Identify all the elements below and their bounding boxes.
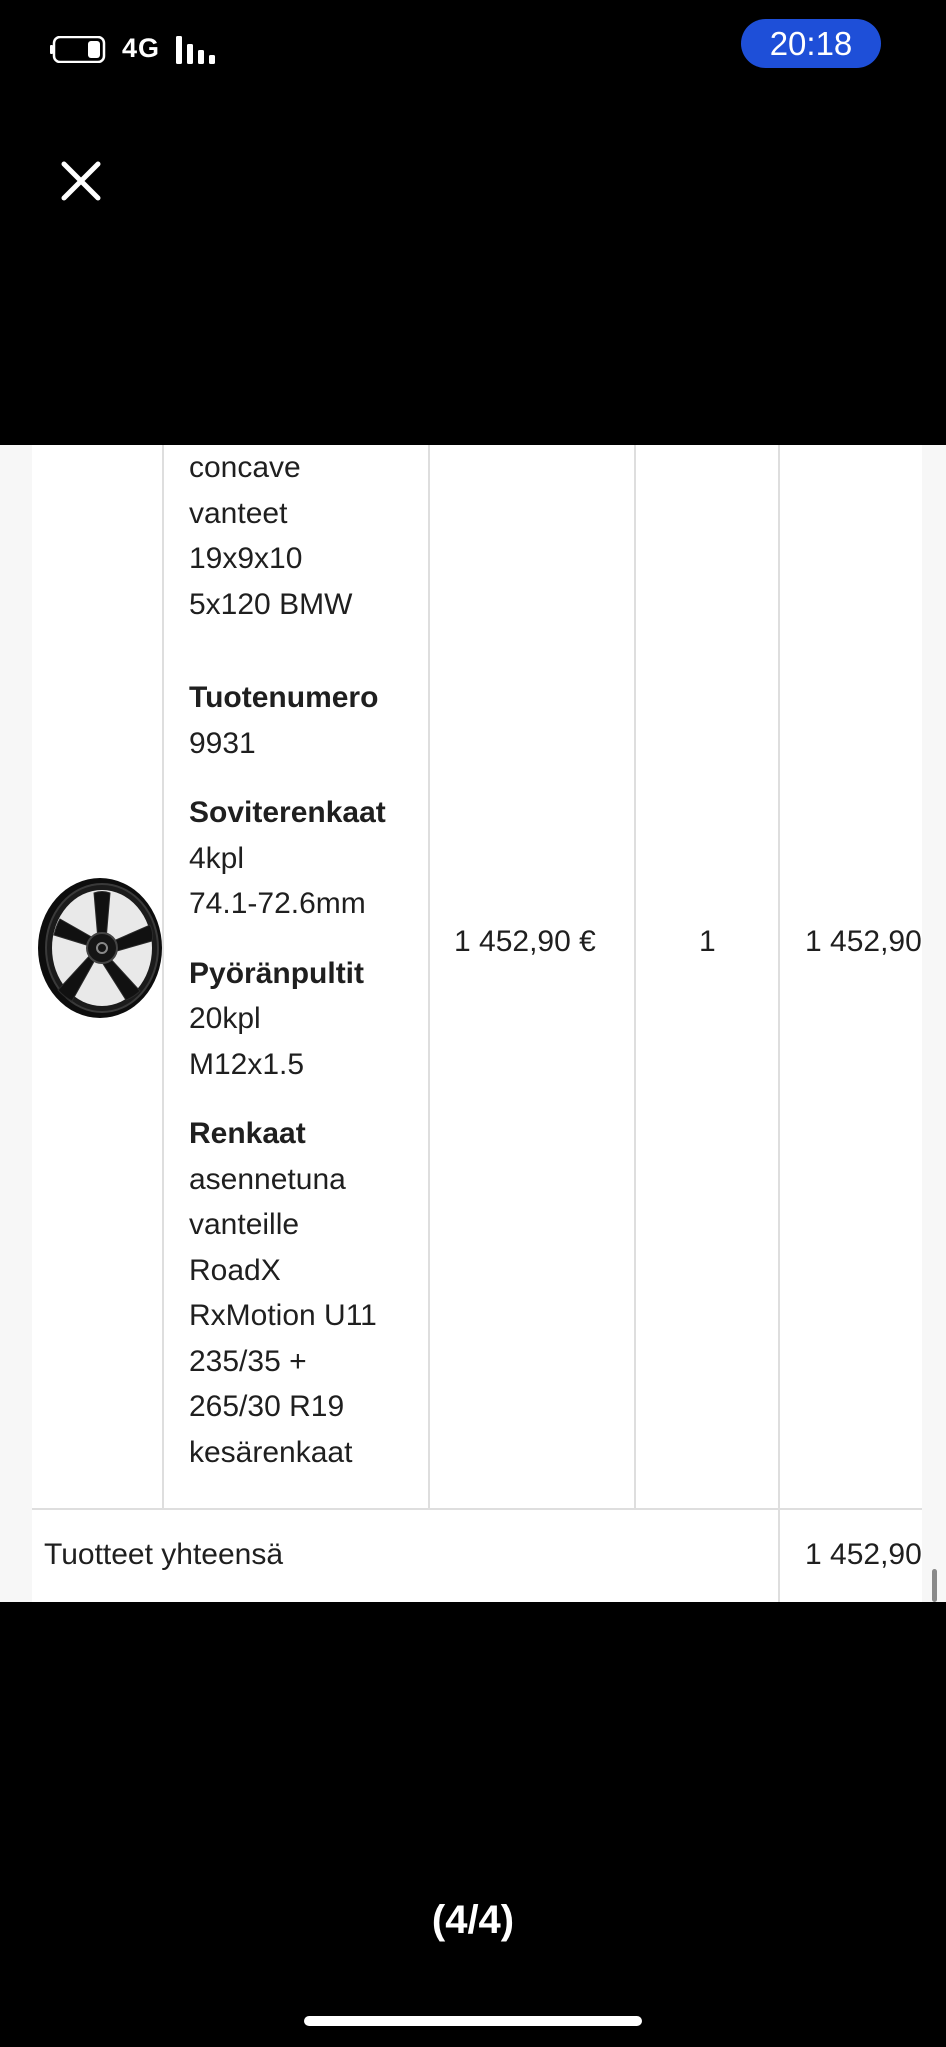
row-divider — [32, 1508, 922, 1510]
home-indicator[interactable] — [304, 2016, 642, 2026]
hub-rings-line: 74.1-72.6mm — [189, 887, 366, 920]
close-icon[interactable] — [58, 158, 104, 204]
product-number-label: Tuotenumero — [189, 681, 379, 714]
quantity: 1 — [699, 925, 716, 958]
tires-line: vanteille — [189, 1208, 300, 1241]
tires-line: kesärenkaat — [189, 1435, 353, 1469]
signal-bars-icon — [176, 36, 215, 64]
product-number-value: 9931 — [189, 726, 256, 760]
tires-line: 265/30 R19 — [189, 1390, 345, 1423]
tires-line: asennetuna — [189, 1162, 346, 1196]
wheel-bolts-line: 20kpl — [189, 1002, 261, 1035]
product-name-line: vanteet — [189, 496, 288, 530]
tires-line: Renkaat — [189, 1117, 306, 1150]
product-name-line: 19x9x10 — [189, 542, 303, 575]
hub-rings-label: Soviterenkaat — [189, 796, 386, 829]
product-description: concave vanteet 19x9x10 5x120 BMW Tuoten… — [189, 445, 429, 1475]
tires-line: 235/35 + — [189, 1344, 307, 1378]
page-counter: (4/4) — [431, 1898, 515, 1942]
order-screenshot: concave vanteet 19x9x10 5x120 BMW Tuoten… — [0, 445, 946, 1602]
column-divider — [634, 445, 636, 1508]
hub-rings-line: 4kpl — [189, 841, 245, 875]
column-divider — [778, 445, 780, 1602]
product-name-line: 5x120 BMW — [189, 587, 353, 621]
wheel-bolts-label: Pyöränpultit — [189, 956, 365, 990]
scrollbar[interactable] — [932, 1569, 937, 1602]
order-table: concave vanteet 19x9x10 5x120 BMW Tuoten… — [32, 445, 922, 1602]
products-total-value: 1 452,90 — [805, 1538, 922, 1571]
unit-price: 1 452,90 € — [454, 925, 596, 958]
black-alloy-wheel-image — [38, 878, 162, 1018]
clock-time: 20:18 — [769, 24, 853, 62]
network-type-label: 4G — [122, 33, 161, 63]
status-bar: 4G 20:18 — [0, 0, 946, 100]
line-total: 1 452,90 — [805, 925, 922, 958]
tires-line: RoadX — [189, 1253, 281, 1287]
clock-pill: 20:18 — [741, 19, 881, 68]
products-total-label: Tuotteet yhteensä — [44, 1538, 284, 1571]
wheel-bolts-line: M12x1.5 — [189, 1047, 305, 1081]
tires-line: RxMotion U11 — [189, 1299, 377, 1332]
product-name-line: concave — [189, 451, 301, 484]
battery-icon — [50, 36, 106, 63]
